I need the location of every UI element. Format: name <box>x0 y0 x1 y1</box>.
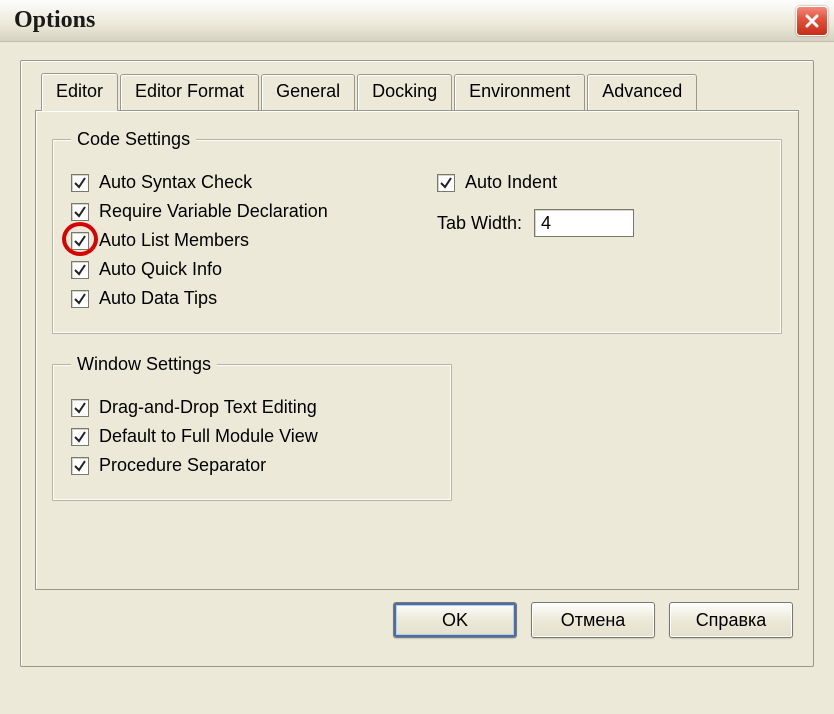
group-window-settings-legend: Window Settings <box>71 354 217 375</box>
tab-editor[interactable]: Editor <box>41 73 118 111</box>
cancel-button[interactable]: Отмена <box>531 602 655 638</box>
dialog-panel: Editor Editor Format General Docking Env… <box>20 60 814 667</box>
checkbox-auto-list-members[interactable]: Auto List Members <box>71 230 397 251</box>
checkbox-icon <box>71 399 89 417</box>
checkbox-label: Require Variable Declaration <box>99 201 328 222</box>
tab-width-row: Tab Width: <box>437 209 763 237</box>
checkbox-label: Auto List Members <box>99 230 249 251</box>
tab-environment[interactable]: Environment <box>454 74 585 112</box>
dialog-button-row: OK Отмена Справка <box>35 590 799 644</box>
checkbox-require-variable-declaration[interactable]: Require Variable Declaration <box>71 201 397 222</box>
help-button[interactable]: Справка <box>669 602 793 638</box>
checkbox-icon <box>437 174 455 192</box>
checkbox-label: Procedure Separator <box>99 455 266 476</box>
tab-editor-format[interactable]: Editor Format <box>120 74 259 112</box>
checkbox-icon <box>71 290 89 308</box>
checkbox-label: Drag-and-Drop Text Editing <box>99 397 317 418</box>
tab-content-editor: Code Settings Auto Syntax Check <box>35 110 799 590</box>
checkbox-auto-data-tips[interactable]: Auto Data Tips <box>71 288 397 309</box>
checkbox-label: Auto Syntax Check <box>99 172 252 193</box>
checkbox-icon <box>71 232 89 250</box>
dialog-body: Editor Editor Format General Docking Env… <box>0 42 834 677</box>
checkbox-label: Auto Data Tips <box>99 288 217 309</box>
tab-width-label: Tab Width: <box>437 213 522 234</box>
close-button[interactable] <box>796 6 828 36</box>
checkbox-icon <box>71 174 89 192</box>
checkbox-label: Auto Quick Info <box>99 259 222 280</box>
checkbox-icon <box>71 428 89 446</box>
ok-button[interactable]: OK <box>393 602 517 638</box>
checkbox-auto-indent[interactable]: Auto Indent <box>437 172 763 193</box>
group-window-settings: Window Settings Drag-and-Drop Text Editi… <box>52 354 452 501</box>
tab-strip: Editor Editor Format General Docking Env… <box>35 73 799 111</box>
checkbox-full-module-view[interactable]: Default to Full Module View <box>71 426 433 447</box>
window-title: Options <box>14 7 95 34</box>
group-code-settings: Code Settings Auto Syntax Check <box>52 129 782 334</box>
tab-width-input[interactable] <box>534 209 634 237</box>
checkbox-icon <box>71 261 89 279</box>
group-code-settings-legend: Code Settings <box>71 129 196 150</box>
checkbox-label: Auto Indent <box>465 172 557 193</box>
tab-general[interactable]: General <box>261 74 355 112</box>
checkbox-procedure-separator[interactable]: Procedure Separator <box>71 455 433 476</box>
close-icon <box>804 13 820 29</box>
checkbox-auto-quick-info[interactable]: Auto Quick Info <box>71 259 397 280</box>
checkbox-icon <box>71 457 89 475</box>
checkbox-label: Default to Full Module View <box>99 426 318 447</box>
titlebar: Options <box>0 0 834 42</box>
checkbox-icon <box>71 203 89 221</box>
tab-docking[interactable]: Docking <box>357 74 452 112</box>
checkbox-auto-syntax-check[interactable]: Auto Syntax Check <box>71 172 397 193</box>
tab-advanced[interactable]: Advanced <box>587 74 697 112</box>
checkbox-drag-and-drop[interactable]: Drag-and-Drop Text Editing <box>71 397 433 418</box>
